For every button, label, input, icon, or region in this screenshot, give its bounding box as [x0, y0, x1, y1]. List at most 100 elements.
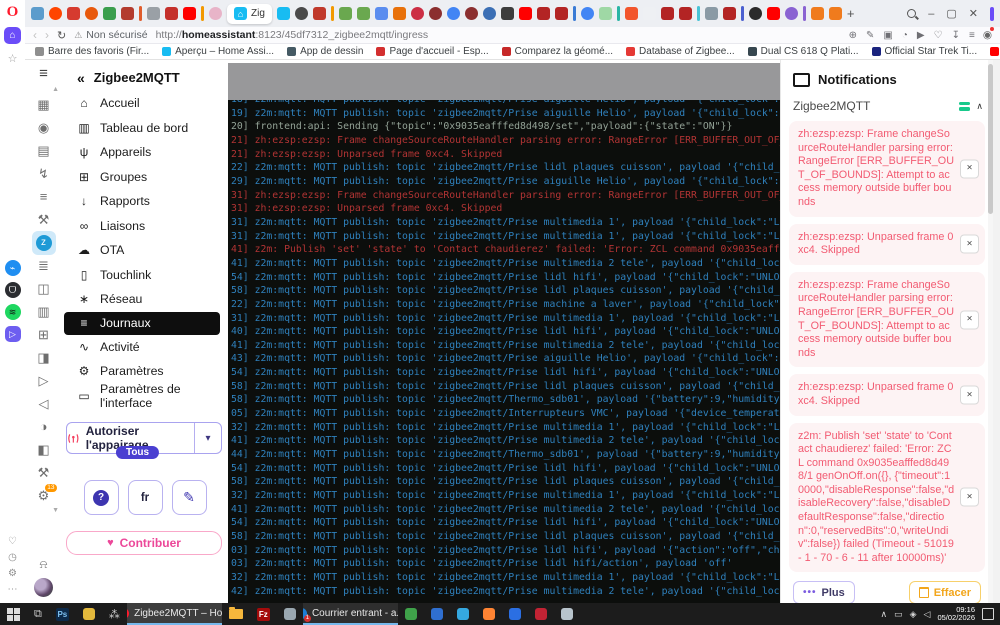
totem-app-icon[interactable] [502, 603, 528, 625]
ha-screenshare-icon[interactable]: ◧ [31, 438, 57, 461]
tab-favicon[interactable] [147, 7, 160, 20]
rail-scroll-up-icon[interactable]: ▲ [25, 86, 62, 93]
language-button[interactable]: fr [128, 480, 163, 515]
ha-calendar-icon[interactable]: ⊞ [31, 323, 57, 346]
player-app-icon[interactable]: ▷ [5, 326, 21, 342]
search-tabs-icon[interactable] [907, 9, 916, 18]
likes-heart-icon[interactable]: ♡ [8, 536, 17, 547]
tab-favicon[interactable] [679, 7, 692, 20]
tab-favicon[interactable] [643, 7, 656, 20]
taskbar-clock[interactable]: 09:16 05/02/2026 [937, 606, 975, 623]
gray-app-icon[interactable] [277, 603, 303, 625]
tab-favicon[interactable] [429, 7, 442, 20]
send-to-device-icon[interactable]: ▶ [917, 30, 925, 41]
security-chip[interactable]: ⚠ Non sécurisé [74, 29, 147, 41]
tab-favicon[interactable] [121, 7, 134, 20]
sidebar-item-activit-[interactable]: ∿Activité [62, 335, 228, 360]
ha-media-icon[interactable]: ▷ [31, 369, 57, 392]
tab-favicon[interactable] [357, 7, 370, 20]
zoom-page-icon[interactable]: ⊕ [849, 30, 857, 41]
start-button[interactable] [0, 603, 27, 625]
forward-icon[interactable]: › [45, 28, 49, 42]
blue-grid-app-icon[interactable] [424, 603, 450, 625]
tab-favicon[interactable] [67, 7, 80, 20]
firefox-icon[interactable] [476, 603, 502, 625]
sidebar-item-groupes[interactable]: ⊞Groupes [62, 165, 228, 190]
workspace-home-icon[interactable]: ⌂ [4, 27, 21, 44]
snapshot-camera-icon[interactable]: ▣ [883, 30, 892, 41]
sidebar-item-tableau-de-bord[interactable]: ▥Tableau de bord [62, 116, 228, 141]
favorite-heart-icon[interactable]: ♡ [934, 30, 943, 41]
bookmark-item[interactable]: Aperçu – Home Assi... [162, 46, 274, 57]
task-zigbee2mqtt[interactable]: Zigbee2MQTT – Ho... [127, 603, 222, 625]
help-button[interactable]: ? [84, 480, 119, 515]
tab-favicon[interactable] [295, 7, 308, 20]
more-notifications-button[interactable]: ••• Plus [793, 581, 855, 604]
tab-favicon[interactable] [829, 7, 842, 20]
collapse-sidebar-icon[interactable]: « [77, 70, 85, 86]
task-view-button[interactable]: ⧉ [27, 603, 49, 625]
rail-scroll-down-icon[interactable]: ▼ [25, 507, 62, 514]
tray-chevron-icon[interactable]: ∧ [881, 609, 888, 620]
tab-favicon[interactable] [811, 7, 824, 20]
tab-favicon[interactable] [165, 7, 178, 20]
bookmark-item[interactable]: Tongsheng TSDZ28... [990, 46, 1000, 57]
ha-zigbee2mqtt-icon[interactable]: z [31, 231, 57, 254]
bookmark-item[interactable]: Page d'accueil - Esp... [376, 46, 488, 57]
tab-favicon[interactable] [581, 7, 594, 20]
ha-tools-icon[interactable]: ⚒ [31, 208, 57, 231]
extensions-tune-icon[interactable]: ≡ [969, 30, 975, 41]
pinned-paw-app-icon[interactable]: ⁂ [102, 603, 127, 625]
ha-overview-icon[interactable]: ▦ [31, 93, 57, 116]
tab-favicon[interactable] [313, 7, 326, 20]
dismiss-notification-button[interactable]: × [960, 488, 979, 507]
ha-yinyang-icon[interactable]: ◑ [31, 415, 57, 438]
ha-todo-icon[interactable]: ≡ [31, 185, 57, 208]
tab-favicon[interactable] [465, 7, 478, 20]
log-viewer[interactable]: 18] z2m:mqtt: MQTT publish: topic 'zigbe… [228, 100, 780, 605]
minimize-button[interactable]: – [928, 8, 934, 20]
z2m-sidebar-header[interactable]: « Zigbee2MQTT [62, 64, 228, 91]
side-panel-toggle[interactable] [990, 7, 994, 21]
new-tab-button[interactable]: + [847, 6, 855, 21]
dismiss-notification-button[interactable]: × [960, 159, 979, 178]
messenger-icon[interactable]: ⌁ [5, 260, 21, 276]
ha-settings-icon[interactable]: ⚙13 [31, 484, 57, 507]
ha-macs-icon[interactable]: ◨ [31, 346, 57, 369]
sidebar-item-liaisons[interactable]: ∞Liaisons [62, 214, 228, 239]
cookie-icon[interactable]: ◔ [902, 30, 908, 41]
photoshop-icon[interactable]: Ps [49, 603, 76, 625]
filezilla-icon[interactable]: Fz [250, 603, 277, 625]
permit-join-scope-badge[interactable]: Tous [116, 446, 159, 459]
bookmark-item[interactable]: Official Star Trek Ti... [872, 46, 978, 57]
tab-favicon[interactable] [599, 7, 612, 20]
network-app-icon[interactable] [554, 603, 580, 625]
tab-favicon[interactable] [661, 7, 674, 20]
tab-favicon[interactable] [183, 7, 196, 20]
green-app-icon[interactable] [398, 603, 424, 625]
action-center-icon[interactable] [982, 608, 994, 620]
sidebar-item-journaux[interactable]: ≡Journaux [64, 312, 220, 335]
tray-volume-icon[interactable]: ◁ [924, 609, 931, 620]
collapse-group-icon[interactable]: ∧ [976, 101, 983, 112]
sidebar-item-param-tres[interactable]: ⚙Paramètres [62, 359, 228, 384]
contribute-button[interactable]: ♥ Contribuer [66, 531, 222, 555]
tab-active[interactable]: ⌂Zig [227, 4, 272, 24]
bird-app-icon[interactable] [528, 603, 554, 625]
ha-climate-icon[interactable]: ◉ [31, 116, 57, 139]
theme-brush-button[interactable]: ✎ [172, 480, 207, 515]
permit-join-caret[interactable]: ▾ [194, 423, 221, 453]
tab-favicon[interactable] [447, 7, 460, 20]
tab-favicon[interactable] [537, 7, 550, 20]
sidebar-settings-icon[interactable]: ⚙ [8, 568, 17, 579]
ha-vscode-icon[interactable]: ◁ [31, 392, 57, 415]
history-clock-icon[interactable]: ◷ [8, 552, 17, 563]
ha-energy-icon[interactable]: ↯ [31, 162, 57, 185]
dismiss-notification-button[interactable]: × [960, 310, 979, 329]
tab-favicon[interactable] [555, 7, 568, 20]
clear-notifications-button[interactable]: Effacer [909, 581, 981, 604]
dismiss-notification-button[interactable]: × [960, 385, 979, 404]
dismiss-notification-button[interactable]: × [960, 235, 979, 254]
workspace-star-icon[interactable]: ☆ [8, 52, 18, 65]
tab-favicon[interactable] [625, 7, 638, 20]
